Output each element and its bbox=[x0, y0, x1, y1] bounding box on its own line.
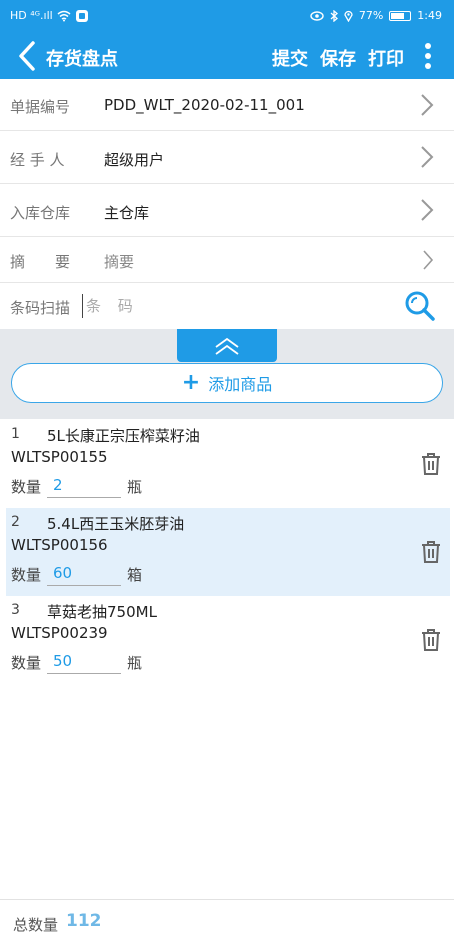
more-menu-button[interactable] bbox=[416, 41, 440, 71]
chevron-up-icon bbox=[215, 337, 239, 355]
item-index: 3 bbox=[11, 602, 20, 618]
list-item[interactable]: 2 5.4L西王玉米胚芽油 WLTSP00156 数量 60 箱 bbox=[6, 508, 450, 596]
list-item[interactable]: 1 5L长康正宗压榨菜籽油 WLTSP00155 数量 2 瓶 bbox=[0, 420, 454, 508]
chevron-right-icon bbox=[421, 199, 434, 221]
more-dot-icon bbox=[425, 43, 431, 49]
warehouse-label: 入库仓库 bbox=[10, 204, 71, 222]
barcode-input[interactable] bbox=[82, 294, 382, 318]
item-code: WLTSP00156 bbox=[11, 536, 108, 554]
battery-icon bbox=[389, 11, 412, 21]
item-unit: 瓶 bbox=[127, 654, 143, 672]
item-name: 5L长康正宗压榨菜籽油 bbox=[47, 427, 200, 445]
bluetooth-icon bbox=[330, 10, 338, 22]
item-index: 2 bbox=[11, 514, 20, 530]
status-bar: HD ⁴ᴳ.ıll 77% 1:49 bbox=[0, 0, 454, 33]
app-notification-icon bbox=[75, 10, 88, 22]
item-code: WLTSP00155 bbox=[11, 448, 108, 466]
summary-label: 摘 要 bbox=[10, 253, 71, 271]
doc-number-value: PDD_WLT_2020-02-11_001 bbox=[104, 96, 305, 114]
add-product-label: 添加商品 bbox=[208, 375, 273, 394]
item-name: 5.4L西王玉米胚芽油 bbox=[47, 515, 185, 533]
handler-label: 经 手 人 bbox=[10, 151, 65, 169]
clock: 1:49 bbox=[417, 9, 442, 22]
quantity-field[interactable]: 2 bbox=[47, 474, 121, 498]
chevron-right-icon bbox=[421, 146, 434, 168]
barcode-label: 条码扫描 bbox=[10, 299, 71, 317]
item-unit: 箱 bbox=[127, 566, 143, 584]
wifi-icon bbox=[57, 10, 71, 22]
plus-icon: + bbox=[181, 370, 201, 395]
battery-percent: 77% bbox=[358, 9, 384, 22]
more-dot-icon bbox=[425, 53, 431, 59]
summary-row[interactable]: 摘 要 摘要 bbox=[0, 237, 454, 283]
qty-label: 数量 bbox=[11, 654, 42, 672]
print-button[interactable]: 打印 bbox=[368, 45, 404, 71]
eye-icon bbox=[310, 11, 324, 21]
handler-row[interactable]: 经 手 人 超级用户 bbox=[0, 131, 454, 184]
chevron-right-icon bbox=[421, 94, 434, 116]
search-scan-icon[interactable] bbox=[404, 290, 436, 322]
item-index: 1 bbox=[11, 426, 20, 442]
collapse-toggle[interactable] bbox=[177, 329, 277, 362]
more-dot-icon bbox=[425, 63, 431, 69]
barcode-row: 条码扫描 bbox=[0, 283, 454, 329]
item-unit: 瓶 bbox=[127, 478, 143, 496]
qty-label: 数量 bbox=[11, 478, 42, 496]
nav-bar: 存货盘点 提交 保存 打印 bbox=[0, 33, 454, 79]
quantity-field[interactable]: 50 bbox=[47, 650, 121, 674]
battery-level bbox=[391, 13, 405, 19]
back-button[interactable] bbox=[10, 39, 44, 73]
submit-button[interactable]: 提交 bbox=[272, 45, 308, 71]
save-button[interactable]: 保存 bbox=[320, 45, 356, 71]
doc-number-row[interactable]: 单据编号 PDD_WLT_2020-02-11_001 bbox=[0, 79, 454, 131]
nav-actions: 提交 保存 打印 bbox=[272, 45, 404, 71]
total-value: 112 bbox=[66, 911, 102, 931]
quantity-field[interactable]: 60 bbox=[47, 562, 121, 586]
qty-label: 数量 bbox=[11, 566, 42, 584]
summary-value: 摘要 bbox=[104, 253, 135, 271]
handler-value: 超级用户 bbox=[104, 151, 165, 169]
doc-number-label: 单据编号 bbox=[10, 98, 71, 116]
chevron-right-icon bbox=[423, 250, 434, 270]
back-arrow-icon bbox=[19, 41, 35, 71]
total-label: 总数量 bbox=[13, 916, 59, 934]
signal-indicators: HD ⁴ᴳ.ıll bbox=[10, 9, 53, 22]
trash-icon[interactable] bbox=[420, 540, 442, 564]
warehouse-row[interactable]: 入库仓库 主仓库 bbox=[0, 184, 454, 237]
trash-icon[interactable] bbox=[420, 452, 442, 476]
add-product-button[interactable]: + 添加商品 bbox=[11, 363, 443, 403]
warehouse-value: 主仓库 bbox=[104, 204, 150, 222]
item-name: 草菇老抽750ML bbox=[47, 603, 157, 621]
page-title: 存货盘点 bbox=[46, 49, 118, 70]
item-code: WLTSP00239 bbox=[11, 624, 108, 642]
footer-total: 总数量 112 bbox=[0, 899, 454, 943]
status-right: 77% 1:49 bbox=[310, 8, 442, 24]
status-left: HD ⁴ᴳ.ıll bbox=[10, 8, 89, 24]
trash-icon[interactable] bbox=[420, 628, 442, 652]
location-icon bbox=[344, 10, 353, 22]
list-item[interactable]: 3 草菇老抽750ML WLTSP00239 数量 50 瓶 bbox=[0, 596, 454, 684]
